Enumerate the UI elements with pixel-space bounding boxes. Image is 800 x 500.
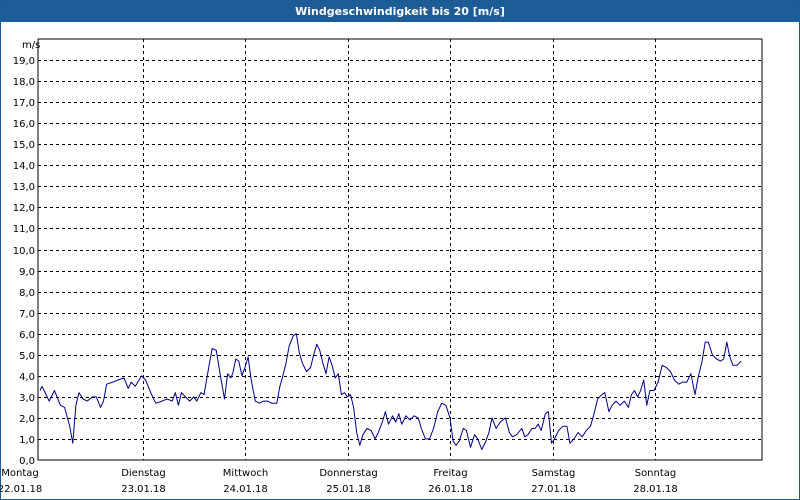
x-tick-day-label: Freitag [433,468,467,479]
y-tick-label: 9,0 [19,267,35,278]
x-tick-date-label: 23.01.18 [121,484,166,495]
y-tick-label: 15,0 [13,140,35,151]
y-tick-label: 6,0 [19,330,35,341]
y-axis-label: m/s [22,40,40,51]
x-tick-day-label: Sonntag [635,468,677,479]
y-tick-label: 12,0 [13,203,35,214]
x-tick-date-label: 22.01.18 [0,484,42,495]
x-tick-day-label: Montag [1,468,38,479]
grid-layer [38,39,762,460]
axis-labels: m/s [22,40,40,51]
y-tick-label: 1,0 [19,435,35,446]
x-tick-day-label: Mittwoch [223,468,268,479]
y-tick-label: 5,0 [19,351,35,362]
y-tick-label: 3,0 [19,393,35,404]
x-tick-date-label: 28.01.18 [633,484,678,495]
y-tick-label: 0,0 [19,456,35,467]
x-tick-date-label: 27.01.18 [531,484,576,495]
x-tick-day-label: Dienstag [121,468,166,479]
wind-speed-series-line [39,333,742,450]
y-tick-labels: 0,0 1,0 2,0 3,0 4,0 5,0 6,0 7,0 8,0 9,0 10,0 11,0 12… [13,56,35,467]
x-tick-date-label: 26.01.18 [428,484,473,495]
y-tick-label: 13,0 [13,182,35,193]
y-tick-label: 11,0 [13,224,35,235]
y-tick-label: 18,0 [13,77,35,88]
y-tick-label: 19,0 [13,56,35,67]
y-tick-label: 16,0 [13,119,35,130]
y-tick-label: 10,0 [13,246,35,257]
x-tick-date-label: 25.01.18 [326,484,371,495]
x-tick-day-label: Samstag [532,468,576,479]
x-tick-labels: Montag 22.01.18 Dienstag 23.01.18 Mittwoch 24… [0,468,678,495]
y-tick-label: 14,0 [13,161,35,172]
y-tick-label: 4,0 [19,372,35,383]
chart-svg: m/s 0,0 1,0 2,0 3,0 4,0 5,0 6,0 7,0 8,0 9,0 10,0 11… [0,38,763,495]
y-tick-label: 2,0 [19,414,35,425]
x-tick-day-label: Donnerstag [319,468,377,479]
y-tick-label: 17,0 [13,98,35,109]
x-tick-date-label: 24.01.18 [223,484,268,495]
y-tick-label: 7,0 [19,309,35,320]
y-tick-label: 8,0 [19,288,35,299]
series-layer [39,333,742,450]
